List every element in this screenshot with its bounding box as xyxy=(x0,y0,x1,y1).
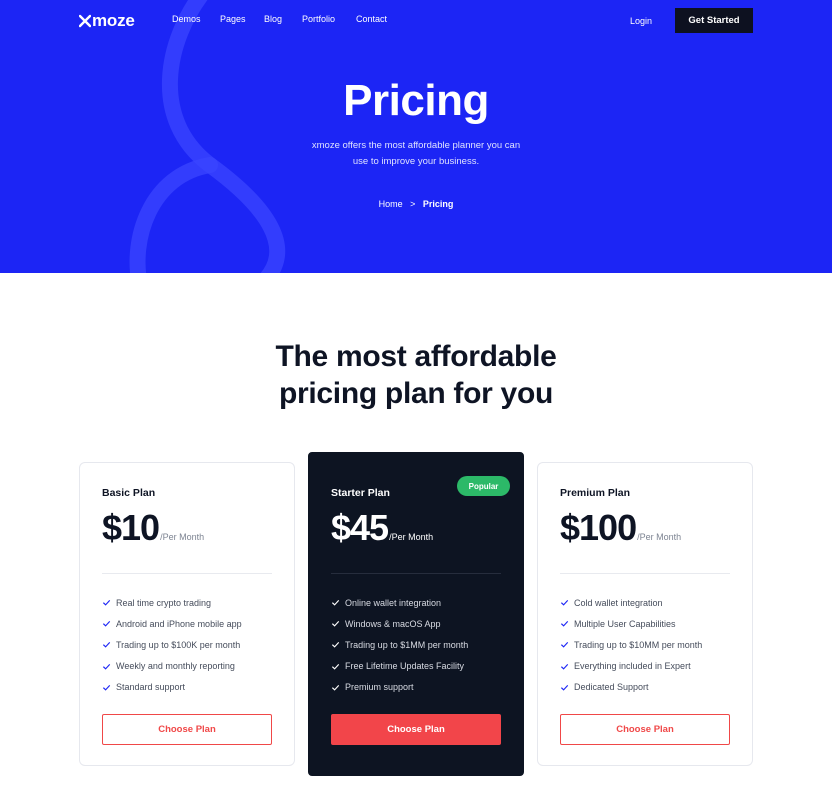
pricing-card-premium: Premium Plan $100 /Per Month Cold wallet… xyxy=(537,462,753,766)
feature-item: Windows & macOS App xyxy=(331,613,468,634)
card-divider xyxy=(331,573,501,574)
card-divider xyxy=(560,573,730,574)
feature-list: Online wallet integration Windows & macO… xyxy=(331,592,468,698)
top-navigation: moze Demos Pages Blog Portfolio Contact … xyxy=(0,0,832,42)
check-icon xyxy=(102,642,111,649)
check-icon xyxy=(331,642,340,649)
breadcrumb-separator: > xyxy=(410,199,416,209)
feature-text: Premium support xyxy=(345,682,414,693)
check-icon xyxy=(560,600,569,606)
check-icon xyxy=(331,663,340,670)
plan-price: $100 xyxy=(560,507,637,548)
nav-link-blog[interactable]: Blog xyxy=(264,14,282,24)
feature-item: Everything included in Expert xyxy=(560,656,702,677)
feature-text: Trading up to $100K per month xyxy=(116,639,241,650)
logo-x-icon xyxy=(79,14,91,28)
plan-name: Premium Plan xyxy=(560,487,631,499)
feature-item: Weekly and monthly reporting xyxy=(102,656,242,677)
feature-item: Dedicated Support xyxy=(560,677,702,698)
feature-item: Real time crypto trading xyxy=(102,592,242,613)
check-icon xyxy=(102,600,111,606)
feature-item: Cold wallet integration xyxy=(560,592,702,613)
feature-text: Windows & macOS App xyxy=(345,618,441,629)
feature-text: Cold wallet integration xyxy=(574,597,663,608)
section-title-line-2: pricing plan for you xyxy=(278,377,553,410)
feature-text: Dedicated Support xyxy=(574,682,649,693)
check-icon xyxy=(102,684,111,691)
nav-link-contact[interactable]: Contact xyxy=(356,14,387,24)
feature-text: Free Lifetime Updates Facility xyxy=(345,661,465,672)
feature-text: Everything included in Expert xyxy=(574,661,691,672)
feature-text: Android and iPhone mobile app xyxy=(116,618,242,629)
feature-list: Cold wallet integration Multiple User Ca… xyxy=(560,592,702,698)
card-divider xyxy=(102,573,272,574)
feature-item: Trading up to $10MM per month xyxy=(560,634,702,655)
page-title: Pricing xyxy=(343,76,489,125)
feature-text: Online wallet integration xyxy=(345,597,442,608)
plan-period: /Per Month xyxy=(389,532,434,542)
breadcrumb-home[interactable]: Home xyxy=(379,199,403,209)
pricing-card-basic: Basic Plan $10 /Per Month Real time cryp… xyxy=(79,462,295,766)
nav-link-portfolio[interactable]: Portfolio xyxy=(302,14,335,24)
hero-subtitle-line-2: use to improve your business. xyxy=(352,156,480,167)
pricing-card-starter: Popular Starter Plan $45 /Per Month Onli… xyxy=(308,452,524,776)
feature-text: Weekly and monthly reporting xyxy=(116,661,235,672)
price-row: $45 /Per Month xyxy=(331,507,433,549)
price-row: $10 /Per Month xyxy=(102,507,204,549)
brand-logo[interactable]: moze xyxy=(79,11,135,31)
hero-subtitle-line-1: xmoze offers the most affordable planner… xyxy=(311,140,521,151)
check-icon xyxy=(560,663,569,670)
check-icon xyxy=(102,621,111,627)
check-icon xyxy=(331,684,340,691)
check-icon xyxy=(560,684,569,691)
feature-text: Standard support xyxy=(116,682,186,693)
section-title: The most affordable pricing plan for you xyxy=(0,338,832,412)
plan-name: Starter Plan xyxy=(331,487,390,499)
brand-name: moze xyxy=(92,11,135,30)
feature-item: Trading up to $1MM per month xyxy=(331,634,468,655)
popular-badge: Popular xyxy=(457,476,510,496)
hero-subtitle: xmoze offers the most affordable planner… xyxy=(290,138,542,170)
feature-item: Standard support xyxy=(102,677,242,698)
hero-banner: moze Demos Pages Blog Portfolio Contact … xyxy=(0,0,832,273)
feature-text: Trading up to $1MM per month xyxy=(345,639,469,650)
plan-period: /Per Month xyxy=(637,532,682,542)
feature-item: Android and iPhone mobile app xyxy=(102,613,242,634)
plan-price: $45 xyxy=(331,507,389,548)
nav-link-pages[interactable]: Pages xyxy=(220,14,246,24)
feature-list: Real time crypto trading Android and iPh… xyxy=(102,592,242,698)
check-icon xyxy=(331,621,340,627)
login-link[interactable]: Login xyxy=(630,16,652,26)
breadcrumb-current: Pricing xyxy=(422,199,454,209)
price-row: $100 /Per Month xyxy=(560,507,681,549)
feature-item: Online wallet integration xyxy=(331,592,468,613)
check-icon xyxy=(560,621,569,627)
feature-text: Real time crypto trading xyxy=(116,597,212,608)
check-icon xyxy=(331,600,340,606)
choose-plan-button[interactable]: Choose Plan xyxy=(560,714,730,745)
get-started-button[interactable]: Get Started xyxy=(675,8,753,33)
choose-plan-button[interactable]: Choose Plan xyxy=(102,714,272,745)
plan-period: /Per Month xyxy=(160,532,205,542)
check-icon xyxy=(560,642,569,649)
feature-text: Trading up to $10MM per month xyxy=(574,639,703,650)
plan-name: Basic Plan xyxy=(102,487,156,499)
plan-price: $10 xyxy=(102,507,160,548)
check-icon xyxy=(102,663,111,670)
feature-item: Premium support xyxy=(331,677,468,698)
choose-plan-button[interactable]: Choose Plan xyxy=(331,714,501,745)
breadcrumb: Home > Pricing xyxy=(0,199,832,209)
feature-item: Free Lifetime Updates Facility xyxy=(331,656,468,677)
feature-item: Multiple User Capabilities xyxy=(560,613,702,634)
feature-text: Multiple User Capabilities xyxy=(574,618,676,629)
nav-link-demos[interactable]: Demos xyxy=(172,14,201,24)
feature-item: Trading up to $100K per month xyxy=(102,634,242,655)
section-title-line-1: The most affordable xyxy=(275,340,557,373)
